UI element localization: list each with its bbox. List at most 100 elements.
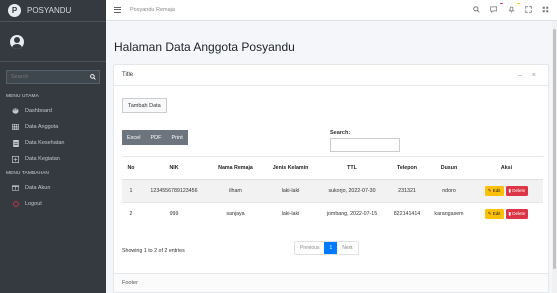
- table-row: 1 1234556789123456 ilham laki-laki sukor…: [122, 179, 543, 203]
- top-navbar: Posyandu Remaja: [106, 0, 557, 21]
- cell-dusun: ndoro: [428, 179, 470, 203]
- file-icon: [12, 139, 19, 147]
- sidebar-item-dashboard[interactable]: Dashboard: [0, 103, 106, 119]
- sidebar-item-logout[interactable]: Logout: [0, 196, 106, 212]
- table-icon: [12, 124, 19, 130]
- cell-dusun: karangasem: [428, 202, 470, 226]
- pagination: Previous 1 Next: [294, 241, 359, 255]
- grid-icon: [542, 6, 549, 12]
- edit-label: Edit: [492, 188, 501, 193]
- delete-label: Delete: [512, 188, 526, 193]
- excel-button[interactable]: Excel: [122, 130, 145, 145]
- col-ttl[interactable]: TTL: [318, 156, 386, 180]
- brand-logo: P: [8, 4, 21, 17]
- table-row: 2 999 sanjaya laki-laki jombang, 2022-07…: [122, 202, 543, 226]
- page-scrollbar[interactable]: [552, 21, 557, 293]
- sidebar: P POSYANDU MENU UTAMA Dashboard Data Ang…: [0, 0, 106, 293]
- col-aksi: Aksi: [470, 156, 543, 180]
- sidebar-search-input[interactable]: [6, 70, 86, 84]
- sidebar-item-data-kegiatan[interactable]: Data Kegiatan: [0, 151, 106, 167]
- edit-label: Edit: [492, 211, 501, 217]
- fullscreen-button[interactable]: [525, 5, 532, 15]
- plus-box-icon: [12, 155, 19, 163]
- anggota-table: No NIK Nama Remaja Jenis Kelamin TTL Tel…: [122, 156, 543, 226]
- edit-button[interactable]: ✎ Edit: [484, 186, 504, 196]
- search-icon: [89, 74, 96, 80]
- pagination-previous[interactable]: Previous: [295, 242, 324, 254]
- trash-icon: ▮: [508, 211, 511, 217]
- cell-nik: 1234556789123456: [140, 179, 208, 203]
- table-header-row: No NIK Nama Remaja Jenis Kelamin TTL Tel…: [122, 156, 543, 180]
- cell-nama: ilham: [208, 179, 263, 203]
- cell-aksi: ✎ Edit ▮ Delete: [470, 202, 543, 226]
- expand-icon: [525, 5, 532, 13]
- print-button[interactable]: Print: [166, 130, 187, 145]
- sidebar-item-label: Dashboard: [25, 108, 52, 114]
- cell-nik: 999: [140, 202, 208, 226]
- delete-button[interactable]: ▮ Delete: [505, 186, 529, 196]
- sidebar-item-label: Data Anggota: [25, 124, 59, 130]
- cell-no: 1: [122, 179, 140, 203]
- col-nik[interactable]: NIK: [140, 156, 208, 180]
- data-card: Title – × Tambah Data Excel PDF Print Se…: [113, 64, 549, 293]
- delete-label: Delete: [512, 211, 526, 217]
- messages-button[interactable]: [490, 2, 503, 15]
- notifications-badge: [517, 2, 520, 4]
- export-button-group: Excel PDF Print: [122, 130, 188, 145]
- sidebar-item-label: Data Kegiatan: [25, 156, 60, 162]
- card-title: Title: [122, 72, 134, 78]
- pagination-next[interactable]: Next: [337, 242, 357, 254]
- pencil-icon: ✎: [487, 211, 492, 217]
- card-footer: Footer: [114, 273, 548, 292]
- breadcrumb[interactable]: Posyandu Remaja: [130, 7, 175, 13]
- pencil-icon: ✎: [487, 188, 492, 193]
- cell-telepon: 231321: [386, 179, 428, 203]
- user-avatar-icon[interactable]: [10, 34, 24, 49]
- edit-button[interactable]: ✎ Edit: [484, 209, 504, 220]
- cell-aksi: ✎ Edit ▮ Delete: [470, 179, 543, 203]
- sidebar-item-data-anggota[interactable]: Data Anggota: [0, 119, 106, 135]
- sidebar-item-label: Data Kesehatan: [25, 140, 65, 146]
- table-search-input[interactable]: [330, 138, 400, 152]
- col-no[interactable]: No: [122, 156, 140, 180]
- scrollbar-thumb[interactable]: [553, 29, 556, 269]
- sidebar-search-button[interactable]: [86, 70, 100, 84]
- pagination-page-1[interactable]: 1: [324, 242, 338, 254]
- col-dusun[interactable]: Dusun: [428, 156, 470, 180]
- sidebar-item-data-kesehatan[interactable]: Data Kesehatan: [0, 135, 106, 151]
- brand[interactable]: P POSYANDU: [0, 0, 106, 22]
- bell-icon: [508, 6, 515, 13]
- columns-icon: [12, 185, 19, 191]
- cell-jenis-kelamin: laki-laki: [263, 179, 318, 203]
- cell-telepon: 822141414: [386, 202, 428, 226]
- delete-button[interactable]: ▮ Delete: [505, 209, 529, 220]
- cell-ttl: jombang, 2022-07-15: [318, 202, 386, 226]
- sidebar-header-tambahan: MENU TAMBAHAN: [6, 171, 49, 176]
- col-nama[interactable]: Nama Remaja: [208, 156, 263, 180]
- control-sidebar-button[interactable]: [542, 6, 549, 15]
- sidebar-item-label: Logout: [25, 201, 42, 207]
- navbar-search-button[interactable]: [473, 5, 480, 15]
- search-icon: [473, 5, 480, 13]
- card-header: Title – ×: [114, 65, 548, 86]
- hamburger-menu-icon[interactable]: [114, 7, 121, 13]
- user-panel: [0, 22, 106, 62]
- comments-icon: [490, 5, 498, 13]
- cell-jenis-kelamin: laki-laki: [263, 202, 318, 226]
- cell-ttl: sukorjo, 2022-07-30: [318, 179, 386, 203]
- col-telepon[interactable]: Telepon: [386, 156, 428, 180]
- sidebar-header-utama: MENU UTAMA: [6, 94, 39, 99]
- sidebar-search: [6, 70, 100, 84]
- col-jenis-kelamin[interactable]: Jenis Kelamin: [263, 156, 318, 180]
- trash-icon: ▮: [508, 188, 511, 193]
- notifications-button[interactable]: [508, 2, 520, 15]
- sidebar-item-data-akun[interactable]: Data Akun: [0, 180, 106, 196]
- tambah-data-button[interactable]: Tambah Data: [122, 98, 167, 113]
- table-info: Showing 1 to 2 of 2 entries: [122, 248, 185, 254]
- circle-icon: [12, 201, 19, 207]
- messages-badge: [500, 2, 503, 4]
- pdf-button[interactable]: PDF: [145, 130, 166, 145]
- palette-icon: [12, 108, 19, 114]
- card-tools[interactable]: – ×: [518, 72, 540, 79]
- sidebar-item-label: Data Akun: [25, 185, 51, 191]
